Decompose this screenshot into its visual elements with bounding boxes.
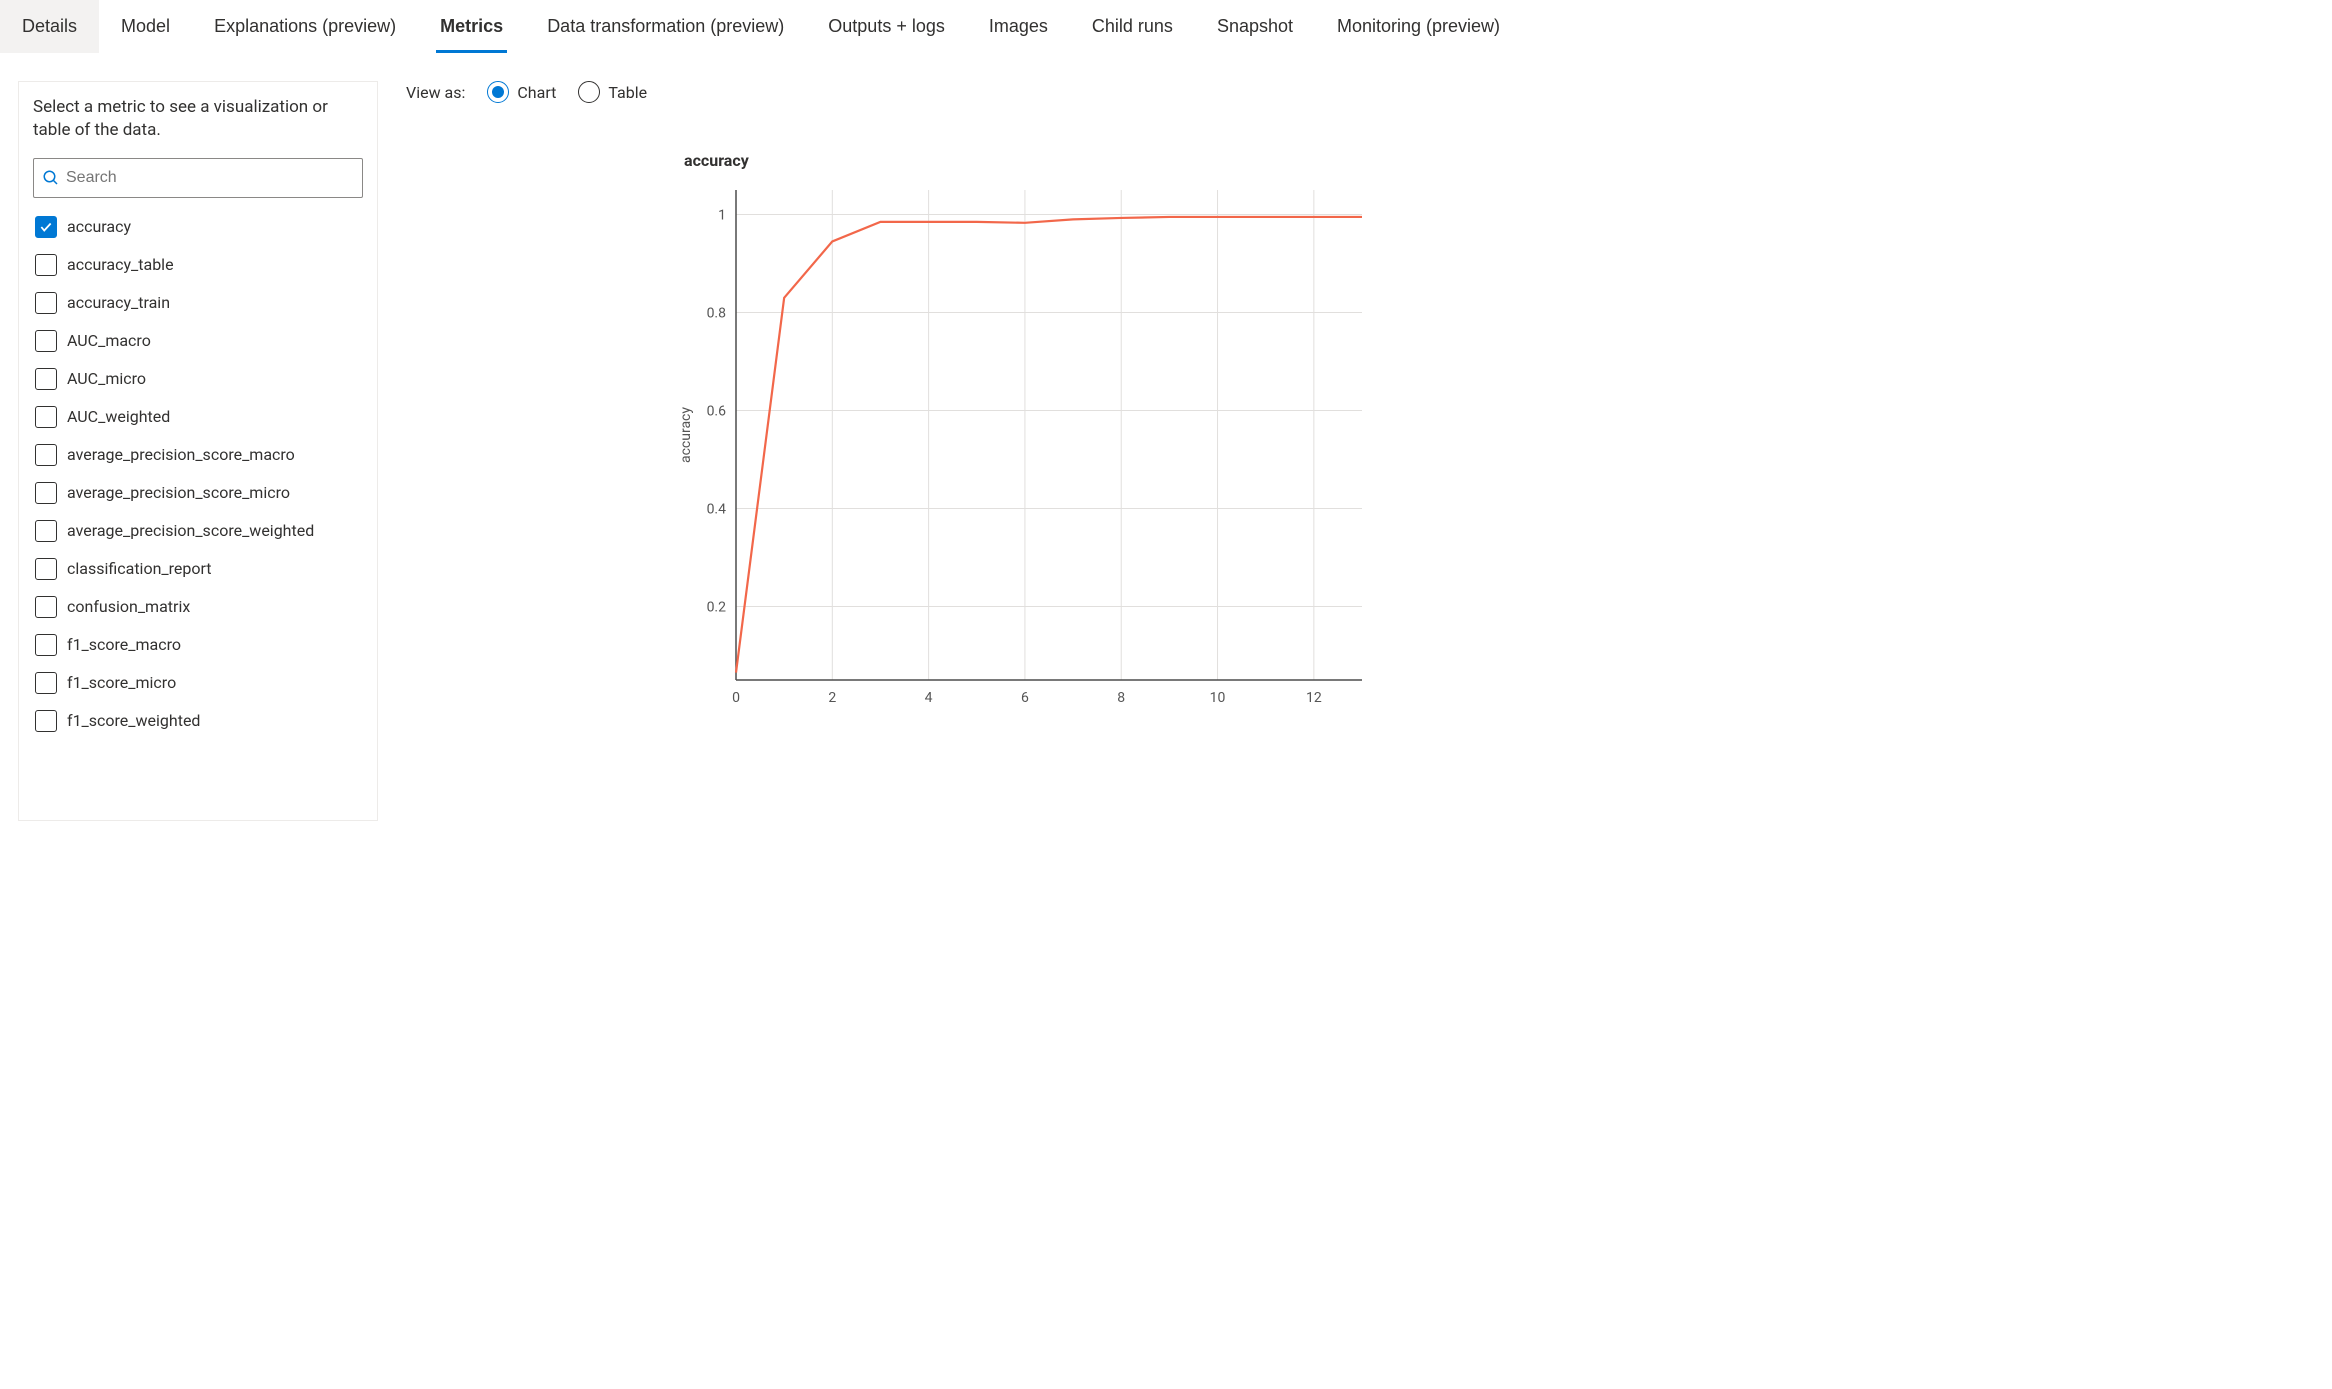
tab-snapshot[interactable]: Snapshot	[1195, 0, 1315, 53]
metric-label: f1_score_weighted	[67, 711, 200, 730]
checkbox[interactable]	[35, 482, 57, 504]
metric-item-accuracy[interactable]: accuracy	[33, 208, 359, 246]
svg-text:6: 6	[1021, 690, 1029, 706]
view-as-group: View as: Chart Table	[406, 81, 2332, 103]
metric-item-f1_score_micro[interactable]: f1_score_micro	[33, 664, 359, 702]
svg-text:0.6: 0.6	[707, 404, 727, 420]
metric-list[interactable]: accuracy accuracy_table accuracy_train AUC_…	[33, 208, 363, 806]
metric-label: classification_report	[67, 559, 212, 578]
checkbox[interactable]	[35, 330, 57, 352]
svg-text:0.4: 0.4	[707, 502, 727, 518]
metric-label: f1_score_macro	[67, 635, 181, 654]
metrics-sidebar: Select a metric to see a visualization o…	[18, 81, 378, 821]
metric-label: accuracy	[67, 217, 131, 236]
checkbox[interactable]	[35, 596, 57, 618]
metric-item-AUC_weighted[interactable]: AUC_weighted	[33, 398, 359, 436]
svg-text:1: 1	[718, 208, 726, 224]
chart-title: accuracy	[684, 151, 2332, 170]
metric-item-accuracy_train[interactable]: accuracy_train	[33, 284, 359, 322]
checkbox[interactable]	[35, 710, 57, 732]
metric-label: average_precision_score_weighted	[67, 521, 314, 540]
svg-text:0.8: 0.8	[707, 306, 727, 322]
metric-item-AUC_micro[interactable]: AUC_micro	[33, 360, 359, 398]
metric-item-accuracy_table[interactable]: accuracy_table	[33, 246, 359, 284]
radio-label: Table	[608, 83, 647, 102]
checkbox[interactable]	[35, 444, 57, 466]
metric-label: f1_score_micro	[67, 673, 176, 692]
tab-metrics[interactable]: Metrics	[418, 0, 525, 53]
metric-item-classification_report[interactable]: classification_report	[33, 550, 359, 588]
checkbox[interactable]	[35, 216, 57, 238]
checkbox[interactable]	[35, 292, 57, 314]
metric-item-confusion_matrix[interactable]: confusion_matrix	[33, 588, 359, 626]
tab-explanations-preview-[interactable]: Explanations (preview)	[192, 0, 418, 53]
metric-item-average_precision_score_weighted[interactable]: average_precision_score_weighted	[33, 512, 359, 550]
main-panel: View as: Chart Table accuracy 0 2 4 6 8 10 12 0.…	[406, 81, 2332, 1389]
metric-label: average_precision_score_macro	[67, 445, 295, 464]
svg-text:accuracy: accuracy	[678, 407, 694, 463]
svg-text:0.2: 0.2	[707, 600, 727, 616]
tab-data-transformation-preview-[interactable]: Data transformation (preview)	[525, 0, 806, 53]
radio-chart[interactable]: Chart	[487, 81, 556, 103]
accuracy-chart: 0 2 4 6 8 10 12 0.2 0.4 0.6 0.8 1 accuracy	[666, 180, 1366, 720]
tab-model[interactable]: Model	[99, 0, 192, 53]
sidebar-title: Select a metric to see a visualization o…	[33, 96, 363, 142]
radio-circle	[578, 81, 600, 103]
checkbox[interactable]	[35, 254, 57, 276]
checkbox[interactable]	[35, 520, 57, 542]
radio-table[interactable]: Table	[578, 81, 647, 103]
svg-text:0: 0	[732, 690, 740, 706]
tab-child-runs[interactable]: Child runs	[1070, 0, 1195, 53]
checkbox[interactable]	[35, 634, 57, 656]
tab-images[interactable]: Images	[967, 0, 1070, 53]
svg-text:4: 4	[925, 690, 933, 706]
metric-label: AUC_macro	[67, 331, 151, 350]
svg-text:2: 2	[828, 690, 836, 706]
metric-item-f1_score_weighted[interactable]: f1_score_weighted	[33, 702, 359, 740]
checkbox[interactable]	[35, 406, 57, 428]
radio-label: Chart	[517, 83, 556, 102]
svg-text:12: 12	[1306, 690, 1322, 706]
search-input-wrap[interactable]	[33, 158, 363, 198]
chart-container: accuracy 0 2 4 6 8 10 12 0.2 0.4 0.6 0.8 1 accuracy	[666, 151, 2332, 720]
metric-label: confusion_matrix	[67, 597, 190, 616]
checkbox[interactable]	[35, 672, 57, 694]
checkbox[interactable]	[35, 558, 57, 580]
metric-label: accuracy_table	[67, 255, 174, 274]
tabs-bar: DetailsModelExplanations (preview)Metric…	[0, 0, 2332, 53]
view-as-label: View as:	[406, 83, 465, 102]
svg-text:10: 10	[1210, 690, 1226, 706]
checkbox[interactable]	[35, 368, 57, 390]
search-icon	[42, 169, 60, 187]
metric-label: AUC_micro	[67, 369, 146, 388]
search-input[interactable]	[66, 169, 354, 187]
tab-details[interactable]: Details	[0, 0, 99, 53]
tab-outputs-logs[interactable]: Outputs + logs	[806, 0, 967, 53]
metric-item-f1_score_macro[interactable]: f1_score_macro	[33, 626, 359, 664]
metric-label: average_precision_score_micro	[67, 483, 290, 502]
metric-item-average_precision_score_macro[interactable]: average_precision_score_macro	[33, 436, 359, 474]
metric-item-average_precision_score_micro[interactable]: average_precision_score_micro	[33, 474, 359, 512]
metric-label: accuracy_train	[67, 293, 170, 312]
metric-item-AUC_macro[interactable]: AUC_macro	[33, 322, 359, 360]
svg-text:8: 8	[1117, 690, 1125, 706]
radio-circle	[487, 81, 509, 103]
metric-label: AUC_weighted	[67, 407, 170, 426]
tab-monitoring-preview-[interactable]: Monitoring (preview)	[1315, 0, 1522, 53]
